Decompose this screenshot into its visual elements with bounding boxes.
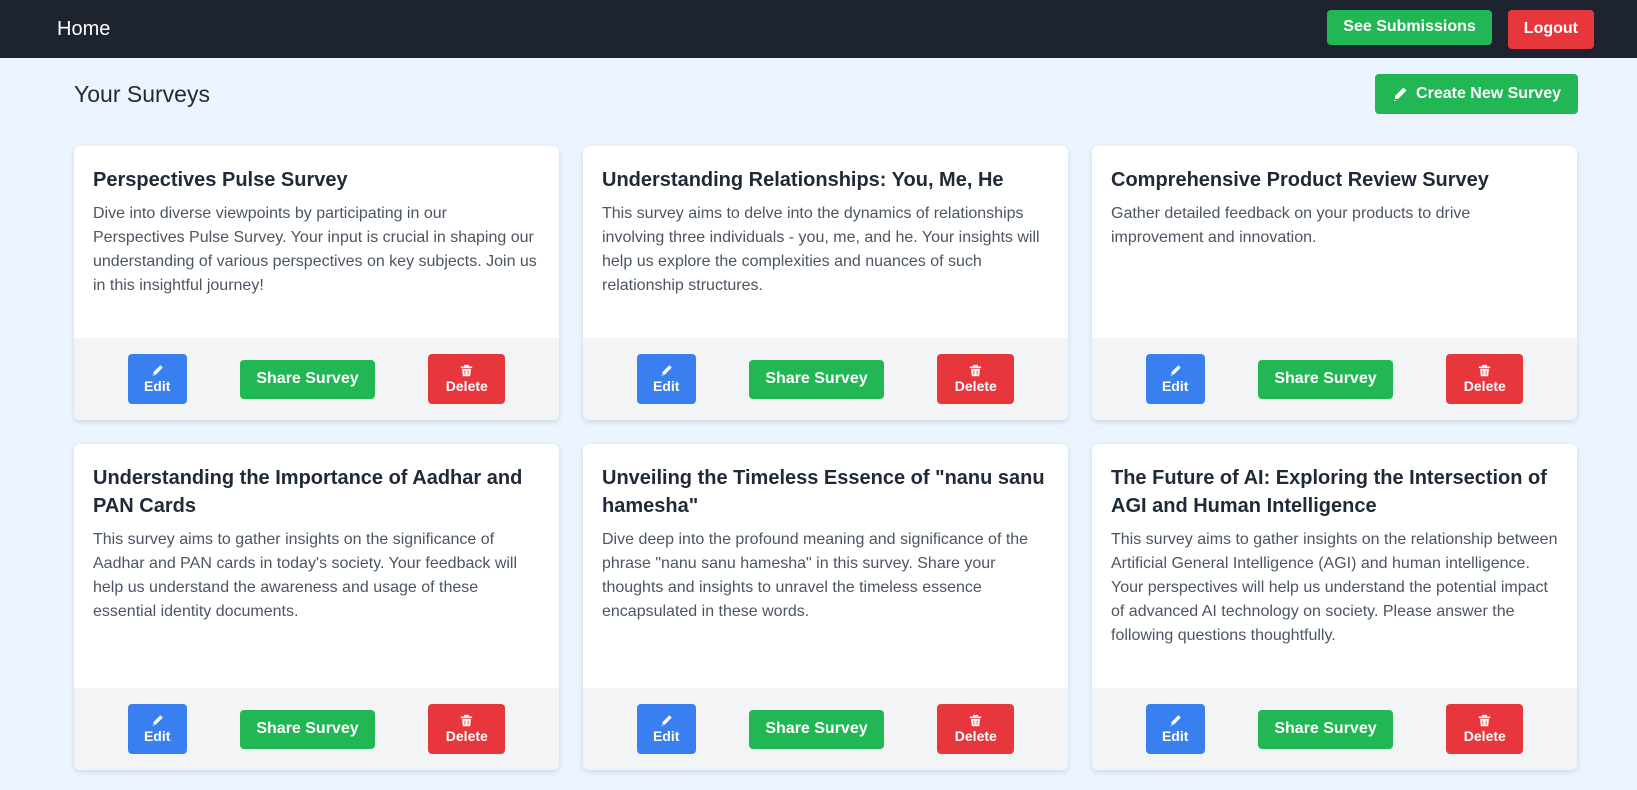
edit-label: Edit xyxy=(652,728,680,744)
survey-description: This survey aims to gather insights on t… xyxy=(1111,531,1558,644)
survey-card: Understanding Relationships: You, Me, He… xyxy=(583,146,1068,420)
trash-icon xyxy=(461,714,473,727)
edit-label: Edit xyxy=(1161,378,1189,394)
survey-card-body: Understanding the Importance of Aadhar a… xyxy=(74,444,559,688)
nav-actions: See Submissions Logout xyxy=(1327,9,1594,49)
share-survey-button[interactable]: Share Survey xyxy=(749,709,884,749)
share-survey-button[interactable]: Share Survey xyxy=(1258,359,1393,399)
share-survey-button[interactable]: Share Survey xyxy=(240,359,375,399)
survey-card: Comprehensive Product Review Survey Gath… xyxy=(1092,146,1577,420)
survey-card-actions: Edit Share Survey Delete xyxy=(1092,688,1577,770)
survey-card-actions: Edit Share Survey Delete xyxy=(74,338,559,420)
share-survey-button[interactable]: Share Survey xyxy=(240,709,375,749)
trash-icon xyxy=(970,364,982,377)
trash-icon xyxy=(1479,714,1491,727)
survey-title: Perspectives Pulse Survey xyxy=(93,169,348,191)
edit-label: Edit xyxy=(143,728,171,744)
page-header: Your Surveys Create New Survey xyxy=(0,74,1637,114)
survey-card-actions: Edit Share Survey Delete xyxy=(583,338,1068,420)
delete-label: Delete xyxy=(954,728,997,744)
trash-icon xyxy=(1479,364,1491,377)
delete-label: Delete xyxy=(445,378,488,394)
create-new-survey-label: Create New Survey xyxy=(1416,85,1561,102)
survey-description: This survey aims to gather insights on t… xyxy=(93,531,518,620)
survey-card-actions: Edit Share Survey Delete xyxy=(74,688,559,770)
survey-title: The Future of AI: Exploring the Intersec… xyxy=(1111,467,1547,517)
survey-card-body: Comprehensive Product Review Survey Gath… xyxy=(1092,146,1577,338)
delete-label: Delete xyxy=(1463,728,1506,744)
survey-description: Dive into diverse viewpoints by particip… xyxy=(93,205,537,294)
pencil-icon xyxy=(1170,365,1181,377)
edit-button[interactable]: Edit xyxy=(1145,704,1205,754)
survey-card-actions: Edit Share Survey Delete xyxy=(1092,338,1577,420)
delete-button[interactable]: Delete xyxy=(428,354,506,404)
home-link[interactable]: Home xyxy=(57,18,110,41)
pencil-icon xyxy=(1170,715,1181,727)
delete-button[interactable]: Delete xyxy=(428,704,506,754)
delete-button[interactable]: Delete xyxy=(937,704,1015,754)
survey-card: The Future of AI: Exploring the Intersec… xyxy=(1092,444,1577,770)
survey-description: This survey aims to delve into the dynam… xyxy=(602,205,1040,294)
survey-title: Understanding the Importance of Aadhar a… xyxy=(93,467,523,517)
edit-label: Edit xyxy=(1161,728,1189,744)
edit-label: Edit xyxy=(143,378,171,394)
survey-card-body: The Future of AI: Exploring the Intersec… xyxy=(1092,444,1577,688)
survey-card: Unveiling the Timeless Essence of "nanu … xyxy=(583,444,1068,770)
edit-button[interactable]: Edit xyxy=(127,704,187,754)
survey-description: Dive deep into the profound meaning and … xyxy=(602,531,1029,620)
pencil-icon xyxy=(661,715,672,727)
survey-card: Perspectives Pulse Survey Dive into dive… xyxy=(74,146,559,420)
delete-label: Delete xyxy=(954,378,997,394)
navbar: Home See Submissions Logout xyxy=(0,0,1637,58)
trash-icon xyxy=(970,714,982,727)
trash-icon xyxy=(461,364,473,377)
edit-label: Edit xyxy=(652,378,680,394)
page-title: Your Surveys xyxy=(74,80,210,107)
edit-button[interactable]: Edit xyxy=(127,354,187,404)
share-survey-button[interactable]: Share Survey xyxy=(749,359,884,399)
survey-card: Understanding the Importance of Aadhar a… xyxy=(74,444,559,770)
pencil-icon xyxy=(1394,87,1407,101)
share-survey-button[interactable]: Share Survey xyxy=(1258,709,1393,749)
survey-card-body: Perspectives Pulse Survey Dive into dive… xyxy=(74,146,559,338)
delete-button[interactable]: Delete xyxy=(1446,354,1524,404)
survey-card-body: Unveiling the Timeless Essence of "nanu … xyxy=(583,444,1068,688)
survey-title: Comprehensive Product Review Survey xyxy=(1111,169,1489,191)
delete-button[interactable]: Delete xyxy=(1446,704,1524,754)
delete-button[interactable]: Delete xyxy=(937,354,1015,404)
edit-button[interactable]: Edit xyxy=(636,354,696,404)
survey-card-actions: Edit Share Survey Delete xyxy=(583,688,1068,770)
see-submissions-button[interactable]: See Submissions xyxy=(1327,9,1492,45)
delete-label: Delete xyxy=(445,728,488,744)
edit-button[interactable]: Edit xyxy=(636,704,696,754)
edit-button[interactable]: Edit xyxy=(1145,354,1205,404)
pencil-icon xyxy=(152,715,163,727)
survey-card-body: Understanding Relationships: You, Me, He… xyxy=(583,146,1068,338)
survey-description: Gather detailed feedback on your product… xyxy=(1111,205,1471,246)
delete-label: Delete xyxy=(1463,378,1506,394)
pencil-icon xyxy=(152,365,163,377)
create-new-survey-button[interactable]: Create New Survey xyxy=(1375,74,1578,114)
survey-title: Unveiling the Timeless Essence of "nanu … xyxy=(602,467,1045,517)
survey-grid: Perspectives Pulse Survey Dive into dive… xyxy=(0,146,1637,770)
survey-title: Understanding Relationships: You, Me, He xyxy=(602,169,1004,191)
logout-button[interactable]: Logout xyxy=(1507,9,1594,49)
pencil-icon xyxy=(661,365,672,377)
